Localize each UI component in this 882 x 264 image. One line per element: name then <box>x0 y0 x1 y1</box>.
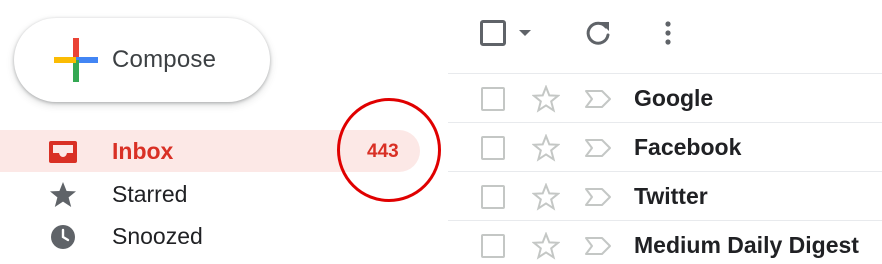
row-checkbox[interactable] <box>481 136 505 160</box>
row-checkbox[interactable] <box>481 234 505 258</box>
refresh-icon[interactable] <box>584 19 612 47</box>
importance-marker-icon[interactable] <box>584 89 612 109</box>
mail-sender: Medium Daily Digest <box>634 232 859 258</box>
mail-sender: Google <box>634 85 714 111</box>
plus-multicolor-icon <box>54 38 98 82</box>
mail-row[interactable]: Medium Daily Digest <box>448 220 882 264</box>
sidebar-item-inbox[interactable]: Inbox 443 <box>0 130 420 172</box>
mail-sender: Facebook <box>634 134 742 160</box>
star-outline-icon[interactable] <box>532 232 560 260</box>
compose-label: Compose <box>112 46 217 73</box>
select-all-checkbox[interactable] <box>480 20 506 46</box>
sidebar-item-label: Snoozed <box>112 223 203 249</box>
mail-row[interactable]: Twitter <box>448 171 882 220</box>
mail-sender: Twitter <box>634 183 708 209</box>
mail-list: Google Facebook Twitter Medium Daily Dig… <box>448 73 882 264</box>
clock-icon <box>51 225 75 249</box>
sidebar-item-label: Inbox <box>112 138 174 164</box>
star-outline-icon[interactable] <box>532 183 560 211</box>
star-outline-icon[interactable] <box>532 134 560 162</box>
importance-marker-icon[interactable] <box>584 187 612 207</box>
sidebar-item-snoozed[interactable]: Snoozed <box>0 215 420 257</box>
row-checkbox[interactable] <box>481 185 505 209</box>
star-icon <box>50 182 76 207</box>
mail-row[interactable]: Google <box>448 73 882 122</box>
sidebar-item-starred[interactable]: Starred <box>0 173 420 215</box>
caret-down-icon[interactable] <box>519 30 531 36</box>
mail-row[interactable]: Facebook <box>448 122 882 171</box>
star-outline-icon[interactable] <box>532 85 560 113</box>
compose-button[interactable]: Compose <box>14 18 270 102</box>
inbox-icon <box>49 141 77 163</box>
importance-marker-icon[interactable] <box>584 236 612 256</box>
importance-marker-icon[interactable] <box>584 138 612 158</box>
row-checkbox[interactable] <box>481 87 505 111</box>
unread-count-badge: 443 <box>367 141 399 162</box>
more-vert-icon[interactable] <box>660 18 676 50</box>
sidebar-item-label: Starred <box>112 181 188 207</box>
